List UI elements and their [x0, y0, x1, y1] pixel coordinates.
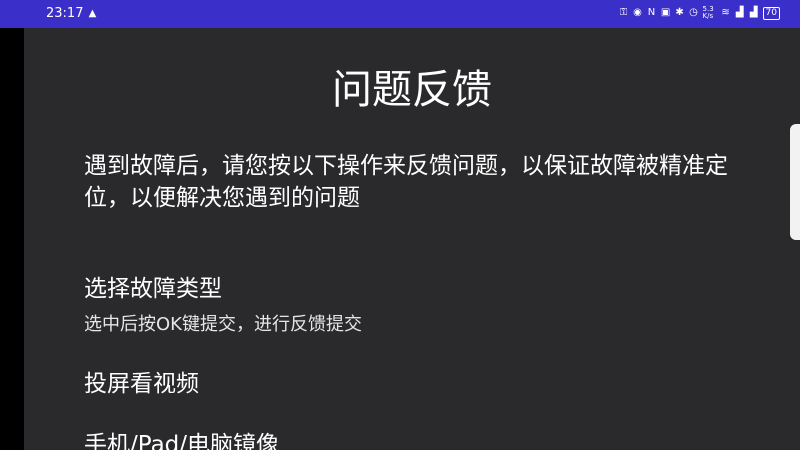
signal-icon-2: ▟: [749, 7, 758, 18]
option-device-mirroring[interactable]: 手机/Pad/电脑镜像: [84, 430, 279, 450]
status-left: 23:17 ▲: [46, 6, 97, 21]
battery-icon: 70: [762, 6, 780, 20]
nfc-icon: N: [647, 7, 656, 18]
status-right: ⚿ ◉ N ▣ ✱ ◷ 5.3 K/s ≋ ▟ ▟ 70: [619, 6, 780, 20]
page-title: 问题反馈: [332, 67, 492, 113]
alarm-icon: ◷: [689, 7, 698, 18]
wifi-icon: ≋: [721, 7, 730, 18]
status-bar: 23:17 ▲ ⚿ ◉ N ▣ ✱ ◷ 5.3 K/s ≋ ▟ ▟ 70: [0, 0, 800, 28]
network-speed: 5.3 K/s: [702, 5, 714, 20]
page-description: 遇到故障后，请您按以下操作来反馈问题，以保证故障被精准定位，以便解决您遇到的问题: [84, 153, 728, 211]
side-panel-handle[interactable]: [790, 124, 800, 240]
feedback-panel: 问题反馈 遇到故障后，请您按以下操作来反馈问题，以保证故障被精准定位，以便解决您…: [24, 28, 800, 450]
section-title: 选择故障类型: [84, 276, 222, 302]
section-hint: 选中后按OK键提交，进行反馈提交: [84, 314, 362, 335]
left-black-strip: [0, 28, 24, 450]
notification-cat-icon: ▲: [88, 7, 97, 19]
vibrate-icon: ▣: [660, 7, 671, 18]
signal-icon: ▟: [735, 7, 744, 18]
status-time: 23:17: [46, 6, 84, 21]
bluetooth-icon: ✱: [675, 7, 684, 18]
option-screen-cast-video[interactable]: 投屏看视频: [84, 369, 199, 399]
eye-icon: ◉: [633, 7, 642, 18]
key-icon: ⚿: [619, 7, 628, 18]
